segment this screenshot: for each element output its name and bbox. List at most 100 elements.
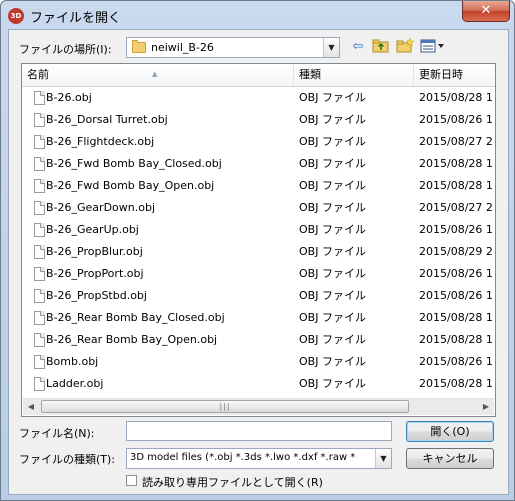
table-row[interactable]: B-26_Fwd Bomb Bay_Closed.obj OBJ ファイル 2015…: [22, 153, 495, 175]
file-name: Bomb.obj: [46, 355, 99, 368]
file-name: B-26_Rear Bomb Bay_Open.obj: [46, 333, 218, 346]
horizontal-scrollbar[interactable]: ◀ ||| ▶: [23, 398, 494, 415]
file-name: Ladder.obj: [46, 377, 104, 390]
filetype-select[interactable]: 3D model files (*.obj *.3ds *.lwo *.dxf …: [126, 448, 392, 469]
file-icon: [34, 355, 45, 369]
file-icon: [34, 245, 45, 259]
file-date: 2015/08/26 1: [419, 113, 493, 126]
list-header: 名前 ▲ 種類 更新日時: [22, 64, 495, 87]
chevron-down-icon[interactable]: ▼: [323, 38, 339, 57]
file-date: 2015/08/28 1: [419, 377, 493, 390]
title-bar[interactable]: 3D ファイルを開く ✕: [1, 1, 514, 29]
file-icon: [34, 157, 45, 171]
close-button[interactable]: ✕: [462, 1, 510, 22]
file-name: B-26_Flightdeck.obj: [46, 135, 155, 148]
file-type: OBJ ファイル: [299, 201, 366, 214]
table-row[interactable]: B-26_Fwd Bomb Bay_Open.obj OBJ ファイル 2015/0…: [22, 175, 495, 197]
file-type: OBJ ファイル: [299, 267, 366, 280]
table-row[interactable]: B-26_PropBlur.obj OBJ ファイル 2015/08/29 2: [22, 241, 495, 263]
file-icon: [34, 113, 45, 127]
file-date: 2015/08/27 2: [419, 201, 493, 214]
file-date: 2015/08/28 1: [419, 311, 493, 324]
file-type: OBJ ファイル: [299, 289, 366, 302]
file-date: 2015/08/26 1: [419, 289, 493, 302]
window-title: ファイルを開く: [30, 11, 122, 26]
file-type: OBJ ファイル: [299, 113, 366, 126]
sort-up-icon: ▲: [152, 70, 158, 78]
new-folder-icon[interactable]: [395, 37, 415, 56]
file-date: 2015/08/26 1: [419, 355, 493, 368]
lookin-value: neiwil_B-26: [151, 41, 214, 54]
lookin-label: ファイルの場所(I):: [19, 43, 112, 56]
file-date: 2015/08/28 1: [419, 179, 493, 192]
scrollbar-thumb[interactable]: |||: [41, 400, 409, 413]
file-date: 2015/08/29 2: [419, 245, 493, 258]
file-name: B-26_PropPort.obj: [46, 267, 144, 280]
filename-input[interactable]: [126, 421, 392, 441]
file-name: B-26_Fwd Bomb Bay_Open.obj: [46, 179, 215, 192]
file-name: B-26_Dorsal Turret.obj: [46, 113, 168, 126]
file-type: OBJ ファイル: [299, 311, 366, 324]
open-file-dialog: 3D ファイルを開く ✕ ファイルの場所(I): neiwil_B-26 ▼ ⇦…: [0, 0, 515, 501]
up-folder-icon[interactable]: [371, 38, 391, 56]
file-name: B-26_Rear Bomb Bay_Closed.obj: [46, 311, 225, 324]
cancel-button[interactable]: キャンセル: [406, 448, 494, 469]
file-icon: [34, 179, 45, 193]
scroll-right-icon[interactable]: ▶: [478, 399, 494, 415]
table-row[interactable]: B-26_Rear Bomb Bay_Open.obj OBJ ファイル 2015/…: [22, 329, 495, 351]
table-row[interactable]: B-26_Rear Bomb Bay_Closed.obj OBJ ファイル 201…: [22, 307, 495, 329]
file-name: B-26.obj: [46, 91, 92, 104]
filetype-value: 3D model files (*.obj *.3ds *.lwo *.dxf …: [130, 452, 356, 463]
table-row[interactable]: B-26_GearUp.obj OBJ ファイル 2015/08/26 1: [22, 219, 495, 241]
file-name: B-26_GearDown.obj: [46, 201, 156, 214]
file-icon: [34, 289, 45, 303]
filetype-label: ファイルの種類(T):: [19, 453, 116, 466]
readonly-checkbox[interactable]: [126, 475, 137, 486]
file-name: B-26_GearUp.obj: [46, 223, 139, 236]
file-type: OBJ ファイル: [299, 245, 366, 258]
file-date: 2015/08/27 2: [419, 135, 493, 148]
file-type: OBJ ファイル: [299, 377, 366, 390]
file-date: 2015/08/26 1: [419, 223, 493, 236]
table-row[interactable]: B-26_Dorsal Turret.obj OBJ ファイル 2015/08/26…: [22, 109, 495, 131]
file-date: 2015/08/26 1: [419, 267, 493, 280]
folder-icon: [132, 40, 146, 53]
file-icon: [34, 135, 45, 149]
file-icon: [34, 333, 45, 347]
file-type: OBJ ファイル: [299, 91, 366, 104]
file-date: 2015/08/28 1: [419, 157, 493, 170]
table-row[interactable]: B-26_PropStbd.obj OBJ ファイル 2015/08/26 1: [22, 285, 495, 307]
column-header-date[interactable]: 更新日時: [414, 64, 495, 86]
table-row[interactable]: Bomb.obj OBJ ファイル 2015/08/26 1: [22, 351, 495, 373]
table-row[interactable]: B-26_Flightdeck.obj OBJ ファイル 2015/08/27 2: [22, 131, 495, 153]
file-icon: [34, 311, 45, 325]
file-icon: [34, 201, 45, 215]
app-3d-icon: 3D: [8, 8, 24, 24]
table-row[interactable]: B-26.obj OBJ ファイル 2015/08/28 1: [22, 87, 495, 109]
file-name: B-26_Fwd Bomb Bay_Closed.obj: [46, 157, 222, 170]
file-icon: [34, 267, 45, 281]
scroll-left-icon[interactable]: ◀: [23, 399, 39, 415]
file-name: B-26_PropBlur.obj: [46, 245, 143, 258]
file-date: 2015/08/28 1: [419, 333, 493, 346]
file-list[interactable]: 名前 ▲ 種類 更新日時 B-26.obj OBJ ファイル 2015/08/28 …: [21, 63, 496, 417]
chevron-down-icon[interactable]: ▼: [375, 449, 391, 468]
table-row[interactable]: B-26_GearDown.obj OBJ ファイル 2015/08/27 2: [22, 197, 495, 219]
dialog-body: ファイルの場所(I): neiwil_B-26 ▼ ⇦ 名前 ▲ 種類 更新日時: [8, 29, 509, 495]
file-date: 2015/08/28 1: [419, 91, 493, 104]
file-type: OBJ ファイル: [299, 179, 366, 192]
open-button[interactable]: 開く(O): [406, 421, 494, 442]
view-menu-icon[interactable]: [420, 38, 446, 56]
readonly-label: 読み取り専用ファイルとして開く(R): [142, 476, 323, 489]
table-row[interactable]: B-26_PropPort.obj OBJ ファイル 2015/08/26 1: [22, 263, 495, 285]
file-type: OBJ ファイル: [299, 223, 366, 236]
back-arrow-icon[interactable]: ⇦: [348, 38, 368, 56]
column-header-type[interactable]: 種類: [294, 64, 414, 86]
table-row[interactable]: Ladder.obj OBJ ファイル 2015/08/28 1: [22, 373, 495, 395]
column-header-name[interactable]: 名前 ▲: [22, 64, 294, 86]
lookin-combo[interactable]: neiwil_B-26 ▼: [126, 37, 340, 58]
file-icon: [34, 223, 45, 237]
file-icon: [34, 377, 45, 391]
file-type: OBJ ファイル: [299, 333, 366, 346]
file-type: OBJ ファイル: [299, 135, 366, 148]
